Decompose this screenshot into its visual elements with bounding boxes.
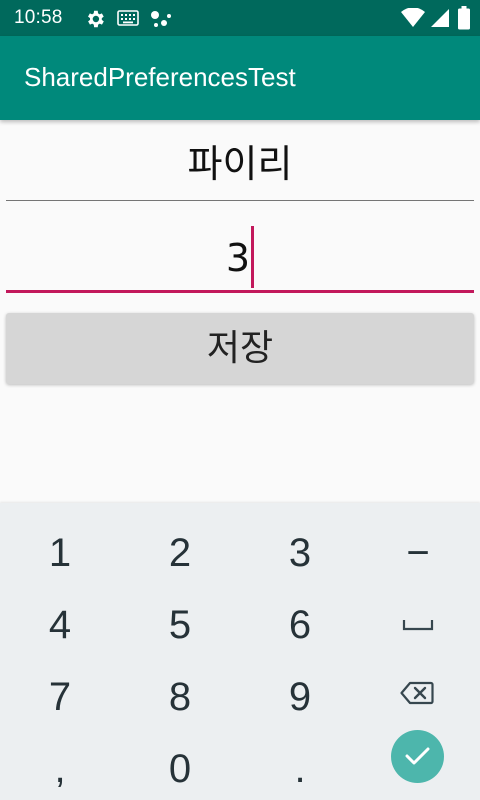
key-period[interactable]: . <box>240 719 360 791</box>
count-field-value: 3 <box>225 236 251 280</box>
gear-icon <box>88 10 104 28</box>
battery-icon <box>458 6 470 30</box>
key-9[interactable]: 9 <box>240 647 360 719</box>
name-field-value: 파이리 <box>187 142 293 186</box>
save-button[interactable]: 저장 <box>6 313 474 384</box>
assistant-dots-icon <box>151 11 171 27</box>
key-space[interactable] <box>358 575 478 647</box>
key-4[interactable]: 4 <box>0 575 120 647</box>
key-2[interactable]: 2 <box>120 503 240 575</box>
status-bar: 10:58 <box>0 0 480 36</box>
backspace-icon <box>400 681 434 705</box>
key-0[interactable]: 0 <box>120 719 240 791</box>
enter-check-icon <box>405 747 430 765</box>
screen: 10:58 SharedPreferencesTest 파이리 3 저장 1 2… <box>0 0 480 800</box>
numeric-keyboard: 1 2 3 − 4 5 6 7 8 9 , 0 . <box>0 503 480 800</box>
text-cursor <box>251 226 255 288</box>
key-8[interactable]: 8 <box>120 647 240 719</box>
key-0-label: 0 <box>168 747 192 791</box>
key-1[interactable]: 1 <box>0 503 120 575</box>
cell-signal-icon <box>431 9 449 27</box>
key-comma-label: , <box>54 747 66 791</box>
keyboard-icon <box>117 10 139 26</box>
enter-key[interactable] <box>391 730 444 783</box>
count-field[interactable]: 3 <box>6 226 474 293</box>
key-5[interactable]: 5 <box>120 575 240 647</box>
key-minus[interactable]: − <box>358 503 478 575</box>
key-comma[interactable]: , <box>0 719 120 791</box>
save-button-label: 저장 <box>206 328 274 369</box>
key-7[interactable]: 7 <box>0 647 120 719</box>
key-3[interactable]: 3 <box>240 503 360 575</box>
key-period-label: . <box>294 747 306 791</box>
key-6[interactable]: 6 <box>240 575 360 647</box>
app-bar: SharedPreferencesTest <box>0 36 480 120</box>
key-backspace[interactable] <box>358 647 478 719</box>
app-title: SharedPreferencesTest <box>24 62 296 92</box>
space-icon <box>402 620 434 631</box>
name-field[interactable]: 파이리 <box>6 138 474 201</box>
wifi-icon <box>401 8 425 27</box>
status-time: 10:58 <box>14 7 63 28</box>
